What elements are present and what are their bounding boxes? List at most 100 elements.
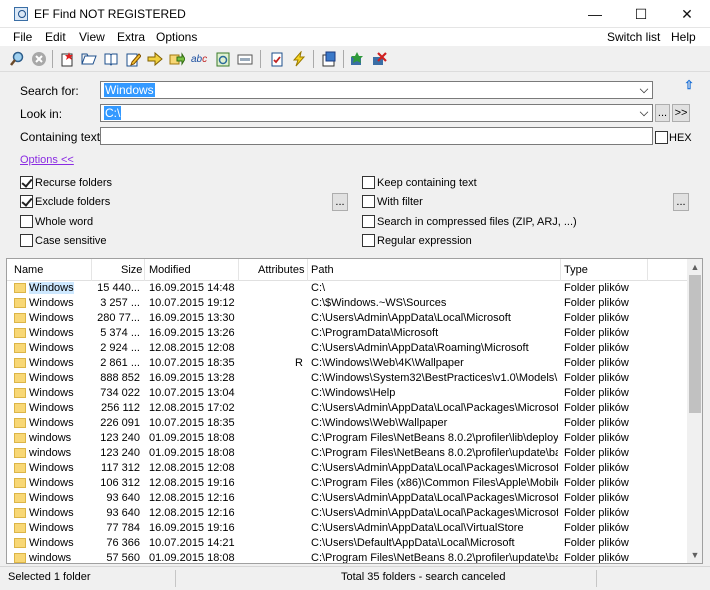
column-type[interactable]: Type <box>564 264 588 276</box>
column-modified[interactable]: Modified <box>149 264 191 276</box>
menu-bar: File Edit View Extra Options Switch list… <box>0 28 710 46</box>
table-row[interactable]: Windows 77 784 16.09.2015 19:16 C:\Users\Ad… <box>7 521 687 536</box>
menu-options[interactable]: Options <box>156 30 197 44</box>
table-row[interactable]: Windows 76 366 10.07.2015 14:21 C:\Users\De… <box>7 536 687 551</box>
table-row[interactable]: Windows 888 852 16.09.2015 13:28 C:\Windows… <box>7 371 687 386</box>
copy-icon[interactable] <box>168 50 186 68</box>
table-row[interactable]: Windows 93 640 12.08.2015 12:16 C:\Users\Ad… <box>7 491 687 506</box>
plugin-icon[interactable] <box>348 50 366 68</box>
chevron-down-icon[interactable] <box>639 84 649 94</box>
look-in-label: Look in: <box>20 107 63 121</box>
table-row[interactable]: Windows 3 257 ... 10.07.2015 19:12 C:\$Wind… <box>7 296 687 311</box>
table-row[interactable]: Windows 2 924 ... 12.08.2015 12:08 C:\Users… <box>7 341 687 356</box>
plugin-remove-icon[interactable] <box>370 50 388 68</box>
regular-expression-checkbox[interactable] <box>362 234 375 247</box>
filter-button[interactable]: ... <box>673 193 689 211</box>
check-icon[interactable] <box>268 50 286 68</box>
cell-path: C:\Program Files (x86)\Common Files\Appl… <box>311 477 558 489</box>
vertical-scrollbar[interactable]: ▲ ▼ <box>687 259 702 563</box>
search-input[interactable]: Windows <box>100 81 653 99</box>
list-body: Windows 15 440... 16.09.2015 14:48 C:\ Folde… <box>7 281 687 563</box>
table-row[interactable]: Windows 93 640 12.08.2015 12:16 C:\Users\Ad… <box>7 506 687 521</box>
arrow-up-icon[interactable]: ⇧ <box>684 78 694 92</box>
cell-modified: 10.07.2015 18:35 <box>149 417 235 429</box>
menu-edit[interactable]: Edit <box>45 30 66 44</box>
exclude-folders-checkbox[interactable] <box>20 195 33 208</box>
look-in-input[interactable]: C:\ <box>100 104 653 122</box>
table-row[interactable]: Windows 226 091 10.07.2015 18:35 C:\Windows… <box>7 416 687 431</box>
replace-icon[interactable]: ab c <box>190 50 208 68</box>
exclude-folders-button[interactable]: ... <box>332 193 348 211</box>
exclude-folders-label: Exclude folders <box>35 196 111 208</box>
recurse-folders-checkbox[interactable] <box>20 176 33 189</box>
compressed-files-checkbox[interactable] <box>362 215 375 228</box>
hex-checkbox[interactable] <box>655 131 668 144</box>
menu-view[interactable]: View <box>79 30 105 44</box>
column-size[interactable]: Size <box>121 264 142 276</box>
table-row[interactable]: windows 123 240 01.09.2015 18:08 C:\Program… <box>7 431 687 446</box>
minimize-button[interactable]: — <box>572 0 618 28</box>
scroll-up-icon[interactable]: ▲ <box>687 259 702 275</box>
search-icon[interactable] <box>8 50 26 68</box>
refresh-icon[interactable] <box>214 50 232 68</box>
menu-help[interactable]: Help <box>671 30 696 44</box>
close-button[interactable]: ✕ <box>664 0 710 28</box>
cell-name: Windows <box>29 402 74 414</box>
whole-word-checkbox[interactable] <box>20 215 33 228</box>
lightning-icon[interactable] <box>290 50 308 68</box>
cell-size: 123 240 <box>100 432 140 444</box>
column-name[interactable]: Name <box>14 264 43 276</box>
table-row[interactable]: windows 123 240 01.09.2015 18:08 C:\Program… <box>7 446 687 461</box>
maximize-button[interactable]: ☐ <box>618 0 664 28</box>
cell-size: 77 784 <box>106 522 140 534</box>
edit-icon[interactable] <box>124 50 142 68</box>
window-icon[interactable] <box>236 50 254 68</box>
chevron-down-icon[interactable] <box>639 107 649 117</box>
table-row[interactable]: Windows 106 312 12.08.2015 19:16 C:\Program… <box>7 476 687 491</box>
book-icon[interactable] <box>102 50 120 68</box>
new-search-icon[interactable] <box>58 50 76 68</box>
export-icon[interactable] <box>320 50 338 68</box>
table-row[interactable]: Windows 256 112 12.08.2015 17:02 C:\Users\A… <box>7 401 687 416</box>
forward-button[interactable]: >> <box>672 104 690 122</box>
table-row[interactable]: Windows 15 440... 16.09.2015 14:48 C:\ Folde… <box>7 281 687 296</box>
menu-file[interactable]: File <box>13 30 32 44</box>
cell-name: windows <box>29 432 72 444</box>
menu-extra[interactable]: Extra <box>117 30 145 44</box>
cell-modified: 10.07.2015 18:35 <box>149 357 235 369</box>
keep-containing-text-checkbox[interactable] <box>362 176 375 189</box>
table-row[interactable]: windows 57 560 01.09.2015 18:08 C:\Program … <box>7 551 687 563</box>
table-row[interactable]: Windows 280 77... 16.09.2015 13:30 C:\Users… <box>7 311 687 326</box>
containing-text-input[interactable] <box>100 127 653 145</box>
cell-name: Windows <box>29 387 74 399</box>
column-attributes[interactable]: Attributes <box>258 264 304 276</box>
browse-button[interactable]: ... <box>655 104 670 122</box>
cell-size: 280 77... <box>97 312 140 324</box>
scroll-down-icon[interactable]: ▼ <box>687 547 702 563</box>
options-link[interactable]: Options << <box>20 154 74 166</box>
scroll-thumb[interactable] <box>689 275 701 413</box>
cell-size: 5 374 ... <box>100 327 140 339</box>
table-row[interactable]: Windows 2 861 ... 10.07.2015 18:35 R C:\Wind… <box>7 356 687 371</box>
open-icon[interactable] <box>80 50 98 68</box>
table-row[interactable]: Windows 734 022 10.07.2015 13:04 C:\Windows… <box>7 386 687 401</box>
app-icon <box>14 7 28 21</box>
folder-icon <box>14 523 26 533</box>
column-path[interactable]: Path <box>311 264 334 276</box>
whole-word-label: Whole word <box>35 216 94 228</box>
move-icon[interactable] <box>146 50 164 68</box>
menu-switch-list[interactable]: Switch list <box>607 30 660 44</box>
cell-size: 888 852 <box>100 372 140 384</box>
stop-icon[interactable] <box>30 50 48 68</box>
cell-size: 117 312 <box>101 462 140 474</box>
case-sensitive-checkbox[interactable] <box>20 234 33 247</box>
with-filter-checkbox[interactable] <box>362 195 375 208</box>
cell-size: 93 640 <box>106 492 140 504</box>
results-list[interactable]: Name Size Modified Attributes Path Type … <box>6 258 703 564</box>
cell-path: C:\Users\Admin\AppData\Local\Packages\Mi… <box>311 402 558 414</box>
table-row[interactable]: Windows 117 312 12.08.2015 12:08 C:\Users\A… <box>7 461 687 476</box>
cell-modified: 12.08.2015 12:08 <box>149 462 235 474</box>
cell-name: Windows <box>29 357 74 369</box>
cell-type: Folder plików <box>564 507 629 519</box>
table-row[interactable]: Windows 5 374 ... 16.09.2015 13:26 C:\Progr… <box>7 326 687 341</box>
